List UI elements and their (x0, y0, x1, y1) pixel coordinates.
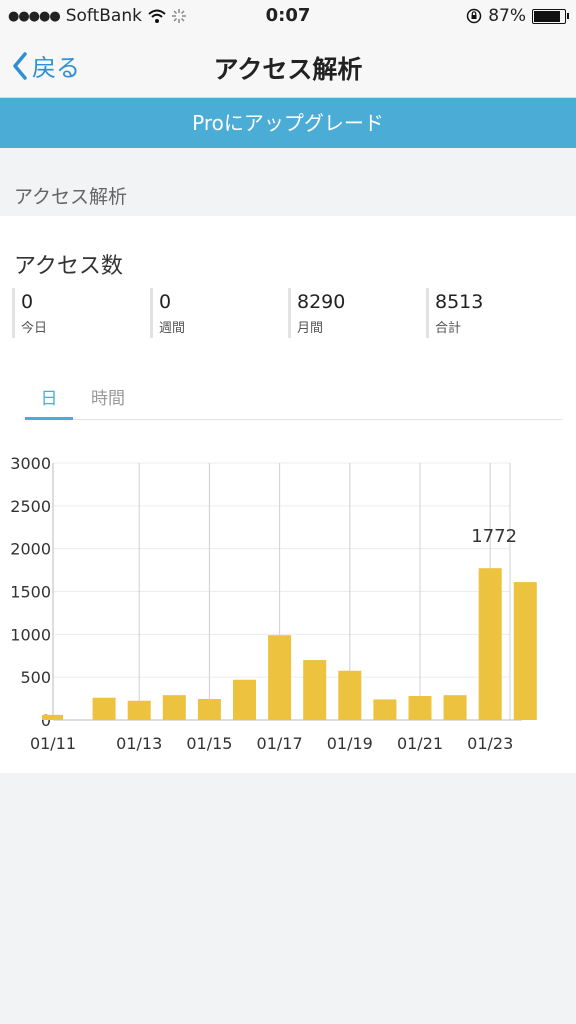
y-tick-label: 2000 (10, 540, 51, 559)
y-tick-label: 500 (20, 668, 51, 687)
status-bar: ●●●●● SoftBank 0:07 87% (0, 0, 576, 34)
tab-hour[interactable]: 時間 (89, 384, 127, 420)
y-tick-label: 1500 (10, 583, 51, 602)
battery-icon (532, 8, 569, 24)
chart-bar (42, 714, 63, 720)
page-title: アクセス解析 (213, 55, 363, 84)
stat-value: 8290 (297, 291, 346, 313)
stat-label: 週間 (159, 321, 186, 336)
tab-day[interactable]: 日 (25, 384, 73, 420)
stat-label: 今日 (21, 321, 48, 336)
chart-bar (373, 699, 397, 720)
rotation-lock-icon (466, 8, 482, 24)
stat-week: 0 週間 (150, 288, 288, 338)
chart-bar (408, 696, 432, 720)
x-tick-label: 01/11 (30, 734, 76, 753)
stat-total: 8513 合計 (426, 288, 564, 338)
back-button[interactable]: 戻る (12, 48, 80, 83)
chart-bar (338, 670, 362, 720)
y-tick-label: 1000 (10, 625, 51, 644)
chart-bar (443, 695, 467, 720)
chart-bar (478, 568, 502, 720)
stat-value: 0 (21, 291, 34, 313)
x-tick-label: 01/23 (467, 734, 513, 753)
section-header: アクセス解析 (0, 148, 576, 216)
chart-bar (92, 697, 116, 720)
section-header-label: アクセス解析 (14, 186, 128, 208)
x-tick-label: 01/13 (116, 734, 162, 753)
navigation-bar: 戻る アクセス解析 (0, 34, 576, 98)
upgrade-pro-button[interactable]: Proにアップグレード (0, 98, 576, 148)
x-tick-label: 01/17 (257, 734, 303, 753)
y-tick-label: 0 (41, 711, 51, 730)
stat-label: 合計 (435, 321, 462, 336)
access-card: アクセス数 0 今日 0 週間 8290 月間 8513 合計 日 時間 0 50… (0, 216, 576, 773)
chart-bar (233, 679, 256, 720)
status-right: 87% (466, 6, 569, 26)
stat-value: 0 (159, 291, 172, 313)
chart-bar (268, 635, 292, 720)
x-tick-label: 01/21 (397, 734, 443, 753)
stat-today: 0 今日 (12, 288, 150, 338)
y-tick-label: 2500 (10, 497, 51, 516)
chart-bar (162, 695, 186, 720)
stats-row: 0 今日 0 週間 8290 月間 8513 合計 (12, 288, 564, 338)
access-bar-chart: 0 500 1000 1500 2000 2500 3000 01/11 01/13 01/15 0… (10, 454, 537, 753)
battery-percent: 87% (488, 6, 526, 26)
stat-month: 8290 月間 (288, 288, 426, 338)
x-tick-label: 01/19 (327, 734, 373, 753)
stat-label: 月間 (297, 321, 324, 336)
access-count-title: アクセス数 (14, 254, 123, 279)
period-tabs: 日 時間 (25, 378, 563, 420)
x-tick-label: 01/15 (186, 734, 232, 753)
stat-value: 8513 (435, 291, 484, 313)
chart-bar (303, 660, 327, 720)
chart-bar (127, 700, 151, 720)
chevron-left-icon (13, 51, 27, 80)
y-tick-label: 3000 (10, 454, 51, 473)
back-label: 戻る (32, 54, 80, 82)
data-label: 1772 (471, 526, 517, 547)
chart-bar (513, 582, 537, 720)
chart-bar (197, 699, 221, 720)
